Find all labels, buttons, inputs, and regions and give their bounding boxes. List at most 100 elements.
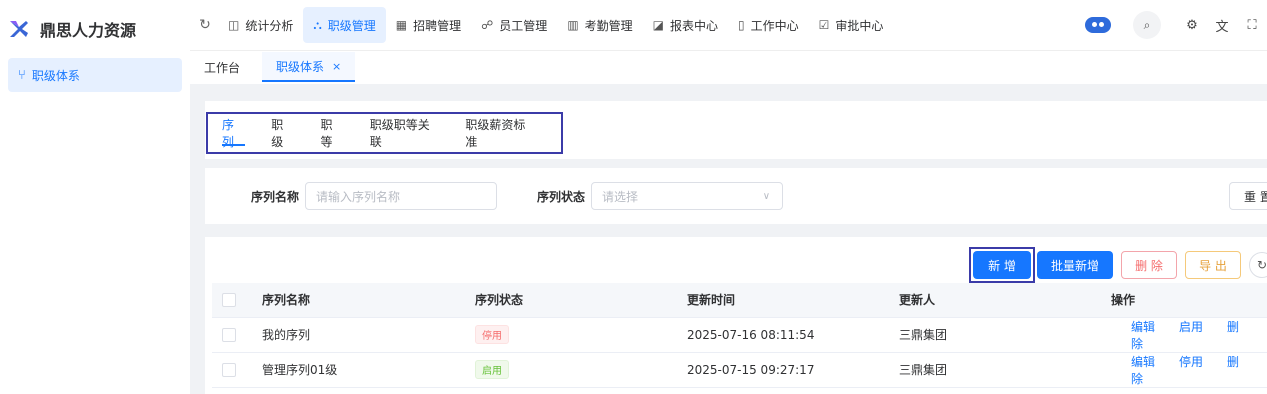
filter-panel: 序列名称 请输入序列名称 序列状态 请选择 ∨ 重 置 [205,168,1267,224]
robot-icon[interactable] [1085,17,1111,33]
table-row: 管理序列01级 启用 2025-07-15 09:27:17 三鼎集团 编辑 停用… [212,352,1267,388]
status-select[interactable]: 请选择 ∨ [591,182,784,210]
name-placeholder: 请输入序列名称 [316,189,401,204]
status-placeholder: 请选择 [602,189,639,204]
cell-name: 我的序列 [262,317,475,353]
subtabs-panel: 序列 职级 职等 职级职等关联 职级薪资标准 [205,101,1267,159]
cell-updater: 三鼎集团 [899,352,1111,388]
status-badge: 停用 [475,325,509,344]
nav-item-rank[interactable]: ⛬ 职级管理 [303,7,386,43]
subtab-salary[interactable]: 职级薪资标准 [465,114,535,152]
chevron-down-icon: ∨ [762,190,771,202]
subtab-label: 职级 [271,118,284,149]
nav-label: 工作中心 [750,18,799,33]
doc-icon: ▯ [738,18,745,32]
nav-item-recruit[interactable]: ▦ 招聘管理 [386,7,471,43]
people-icon: ☍ [481,18,494,32]
nav-item-report[interactable]: ◪ 报表中心 [643,7,728,43]
nav-item-attendance[interactable]: ▥ 考勤管理 [557,7,642,43]
sidebar-item-label: 职级体系 [31,68,80,83]
col-status: 序列状态 [475,283,687,318]
chart-icon: ◫ [228,18,240,32]
add-button-highlight: 新 增 [969,247,1035,283]
cell-name: 管理序列01级 [262,352,475,388]
subtab-label: 职级薪资标准 [465,118,526,149]
table-panel: 新 增 批量新增 删 除 导 出 ↻ 序列名称 序列状态 更新时间 更新人 操作… [205,237,1267,394]
tab-label: 职级体系 [276,59,325,74]
edit-link[interactable]: 编辑 [1131,320,1155,334]
sequence-table: 序列名称 序列状态 更新时间 更新人 操作 我的序列 停用 2025-07-16… [212,283,1267,388]
export-button[interactable]: 导 出 [1185,251,1241,279]
subtab-label: 职等 [320,118,333,149]
reset-label: 重 置 [1244,189,1267,204]
app-title: 鼎思人力资源 [40,21,137,40]
col-name: 序列名称 [262,283,475,318]
delete-button[interactable]: 删 除 [1121,251,1177,279]
table-row: 我的序列 停用 2025-07-16 08:11:54 三鼎集团 编辑 启用 删除 [212,317,1267,353]
subtab-rank[interactable]: 职级 [271,114,294,152]
top-nav: ↻ ◫ 统计分析 ⛬ 职级管理 ▦ 招聘管理 ☍ 员工管理 ▥ 考勤管理 ◪ 报表中心 ▯ 工… [190,0,1267,50]
cell-updater: 三鼎集团 [899,317,1111,353]
nav-item-stats[interactable]: ◫ 统计分析 [218,7,303,43]
subtab-label: 序列 [222,118,235,149]
subtabs: 序列 职级 职等 职级职等关联 职级薪资标准 [206,112,563,154]
gear-icon[interactable]: ⚙ [1177,18,1207,33]
nav-label: 审批中心 [835,18,884,33]
tab-label: 工作台 [204,60,241,75]
col-updater: 更新人 [899,283,1111,318]
add-label: 新 增 [988,258,1016,273]
status-badge: 启用 [475,360,509,379]
reset-button[interactable]: 重 置 [1229,182,1267,210]
refresh-icon[interactable]: ↻ [192,17,218,33]
delete-label: 删 除 [1135,258,1163,273]
nav-label: 招聘管理 [413,18,462,33]
cell-updated: 2025-07-15 09:27:17 [687,352,899,388]
subtab-sequence[interactable]: 序列 [222,114,246,152]
col-ops: 操作 [1111,283,1267,318]
nav-item-work[interactable]: ▯ 工作中心 [728,7,809,43]
report-icon: ◪ [652,18,665,32]
book-icon: ▥ [567,18,579,32]
branch-icon: ⑂ [18,67,26,83]
close-icon[interactable]: × [332,60,341,73]
tab-workbench[interactable]: 工作台 [190,50,254,84]
name-input[interactable]: 请输入序列名称 [305,182,498,210]
row-checkbox[interactable] [222,327,236,342]
translate-icon[interactable]: 文 [1207,16,1237,35]
sidebar-item-rank-system[interactable]: ⑂ 职级体系 [8,58,182,92]
add-button[interactable]: 新 增 [973,251,1031,279]
col-updated: 更新时间 [687,283,899,318]
nav-label: 员工管理 [499,18,548,33]
enable-link[interactable]: 启用 [1179,320,1203,334]
page-tabs: 工作台 职级体系 × [190,50,1267,84]
nav-label: 统计分析 [245,18,294,33]
export-label: 导 出 [1199,258,1227,273]
nav-label: 报表中心 [670,18,719,33]
search-icon[interactable]: ⌕ [1133,11,1161,39]
cell-updated: 2025-07-16 08:11:54 [687,317,899,353]
check-icon: ☑ [818,18,830,32]
toolbar: ⌕ ⚙ 文 ⛶ [1085,0,1267,50]
select-all-checkbox[interactable] [222,293,236,307]
grid-icon: ▦ [395,18,408,32]
row-checkbox[interactable] [222,362,236,377]
nav-item-employee[interactable]: ☍ 员工管理 [471,7,557,43]
table-actions: 新 增 批量新增 删 除 导 出 ↻ [969,247,1267,283]
nav-label: 职级管理 [327,18,376,33]
batch-add-button[interactable]: 批量新增 [1037,251,1113,279]
name-filter-label: 序列名称 [251,189,300,204]
subtab-grade[interactable]: 职等 [320,114,343,152]
subtab-label: 职级职等关联 [369,118,430,149]
disable-link[interactable]: 停用 [1179,355,1203,369]
subtab-rank-grade[interactable]: 职级职等关联 [370,114,440,152]
org-icon: ⛬ [313,17,322,32]
batch-add-label: 批量新增 [1050,258,1099,273]
status-filter-label: 序列状态 [537,189,586,204]
app-logo[interactable]: 鼎思人力资源 [0,0,190,58]
refresh-button[interactable]: ↻ [1249,252,1267,278]
fullscreen-icon[interactable]: ⛶ [1237,18,1267,33]
logo-icon [10,21,28,37]
tab-rank-system[interactable]: 职级体系 × [262,52,356,82]
edit-link[interactable]: 编辑 [1131,355,1155,369]
nav-item-approval[interactable]: ☑ 审批中心 [809,7,894,43]
